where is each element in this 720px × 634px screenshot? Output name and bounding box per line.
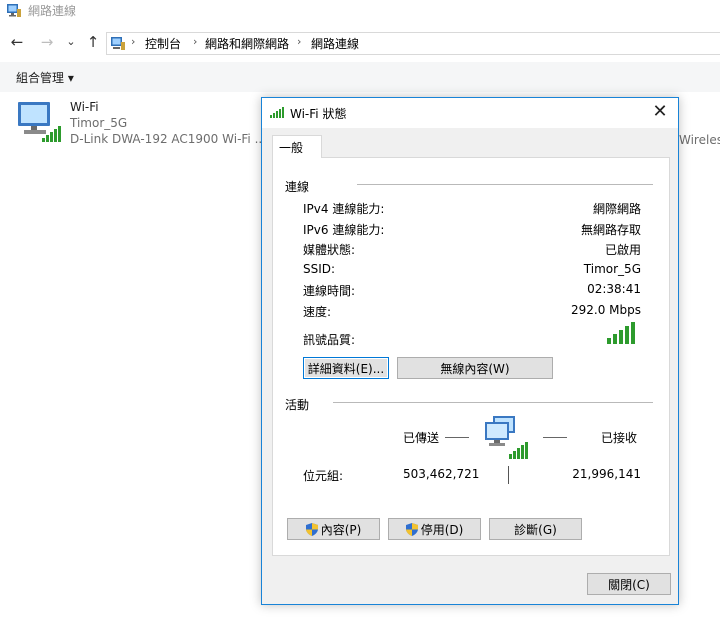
dialog-title: Wi-Fi 狀態 — [290, 107, 347, 121]
disable-button-label: 停用(D) — [420, 523, 464, 537]
window-title: 網路連線 — [28, 4, 77, 18]
breadcrumb-separator-icon: › — [297, 35, 302, 48]
adapter-name[interactable]: Wi-Fi — [70, 100, 99, 114]
diagnose-button[interactable]: 診斷(G) — [489, 518, 582, 540]
organize-menu-button[interactable]: 組合管理 ▾ — [16, 69, 74, 86]
ipv4-label: IPv4 連線能力: — [303, 202, 385, 216]
recent-locations-chevron-icon[interactable]: ⌄ — [62, 33, 80, 51]
tab-general[interactable]: 一般 — [272, 135, 322, 158]
received-connector — [543, 437, 567, 438]
connection-group-label: 連線 — [285, 180, 310, 194]
dialog-titlebar: Wi-Fi 狀態 ✕ — [262, 98, 678, 128]
bytes-label: 位元組: — [303, 469, 344, 483]
adapter-ssid: Timor_5G — [70, 116, 128, 130]
duration-value: 02:38:41 — [587, 282, 641, 296]
wireless-properties-button[interactable]: 無線內容(W) — [397, 357, 553, 379]
activity-computers-icon — [485, 416, 528, 459]
properties-button-label: 內容(P) — [320, 523, 362, 537]
breadcrumb-separator-icon: › — [131, 35, 136, 48]
breadcrumb-control-panel[interactable]: 控制台 — [145, 35, 181, 52]
uac-shield-icon — [405, 522, 418, 536]
navigation-bar: ← → ⌄ ↑ › 控制台 › 網路和網際網路 › 網路連線 — [0, 30, 720, 56]
adapter-description: D-Link DWA-192 AC1900 Wi-Fi ... — [70, 132, 267, 146]
sent-connector — [445, 437, 469, 438]
activity-group-label: 活動 — [285, 398, 310, 412]
received-label: 已接收 — [601, 431, 638, 445]
duration-label: 連線時間: — [303, 284, 356, 298]
speed-label: 速度: — [303, 305, 332, 319]
ssid-value: Timor_5G — [583, 262, 641, 276]
activity-divider — [333, 402, 653, 403]
breadcrumb-separator-icon: › — [193, 35, 198, 48]
properties-button[interactable]: 內容(P) — [287, 518, 380, 540]
connection-divider — [357, 184, 653, 185]
details-button[interactable]: 詳細資料(E)... — [303, 357, 389, 379]
forward-arrow-icon[interactable]: → — [38, 33, 56, 51]
close-button[interactable]: 關閉(C) — [587, 573, 671, 595]
breadcrumb-network-connections[interactable]: 網路連線 — [311, 35, 359, 52]
wifi-status-dialog: Wi-Fi 狀態 ✕ 一般 連線 IPv4 連線能力: 網際網路 IPv6 連線… — [261, 97, 679, 605]
ipv6-label: IPv6 連線能力: — [303, 223, 385, 237]
control-panel-icon — [111, 37, 125, 50]
ssid-label: SSID: — [303, 262, 336, 276]
up-arrow-icon[interactable]: ↑ — [84, 33, 102, 51]
back-arrow-icon[interactable]: ← — [8, 33, 26, 51]
wifi-signal-icon — [270, 107, 284, 118]
general-tab-panel: 連線 IPv4 連線能力: 網際網路 IPv6 連線能力: 無網路存取 媒體狀態… — [272, 157, 670, 556]
signal-strength-icon — [607, 322, 635, 344]
media-state-value: 已啟用 — [604, 243, 641, 257]
ipv6-value: 無網路存取 — [580, 223, 641, 237]
ipv4-value: 網際網路 — [592, 202, 641, 216]
address-bar[interactable]: › 控制台 › 網路和網際網路 › 網路連線 — [106, 32, 720, 55]
background-adapter-label: Wireles — [679, 133, 720, 147]
uac-shield-icon — [305, 522, 318, 536]
tab-general-label: 一般 — [279, 141, 304, 155]
speed-value: 292.0 Mbps — [570, 303, 641, 317]
command-bar: 組合管理 ▾ — [0, 62, 720, 92]
disable-button[interactable]: 停用(D) — [388, 518, 481, 540]
window-titlebar: 網路連線 — [0, 0, 720, 22]
media-state-label: 媒體狀態: — [303, 243, 356, 257]
close-icon[interactable]: ✕ — [650, 101, 670, 123]
breadcrumb-network-internet[interactable]: 網路和網際網路 — [205, 35, 289, 52]
network-connections-icon — [7, 4, 21, 17]
activity-divider-bar — [508, 466, 509, 484]
bytes-received-value: 21,996,141 — [572, 467, 641, 481]
bytes-sent-value: 503,462,721 — [403, 467, 480, 481]
network-adapter-icon[interactable] — [14, 100, 66, 144]
sent-label: 已傳送 — [403, 431, 440, 445]
signal-quality-label: 訊號品質: — [303, 333, 356, 347]
